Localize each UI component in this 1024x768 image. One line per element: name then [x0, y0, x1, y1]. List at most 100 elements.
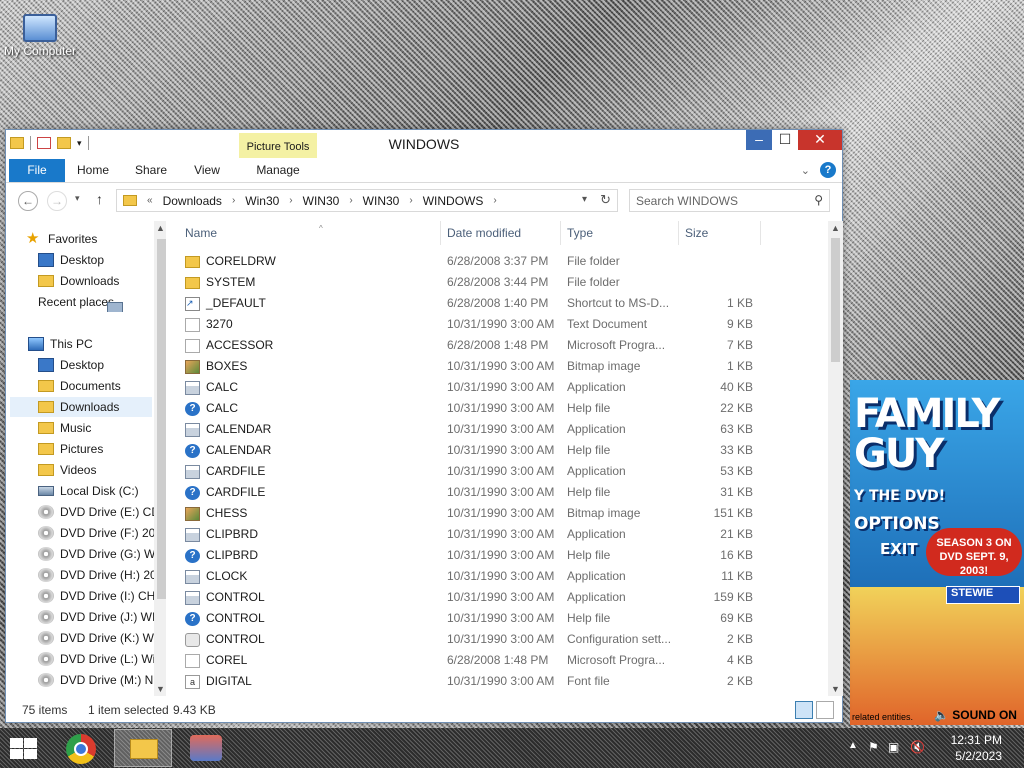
file-row[interactable]: BOXES 10/31/1990 3:00 AM Bitmap image 1 KB: [169, 356, 819, 377]
file-row[interactable]: CLIPBRD 10/31/1990 3:00 AM Application 21 K…: [169, 524, 819, 545]
close-button[interactable]: ✕: [798, 130, 842, 150]
clock[interactable]: 12:31 PM 5/2/2023: [951, 732, 1002, 764]
action-center-flag-icon[interactable]: ⚑: [868, 740, 882, 754]
expand-ribbon-chevron-icon[interactable]: ⌄: [801, 164, 810, 177]
nav-pc-desktop[interactable]: Desktop: [38, 355, 166, 375]
taskbar-chrome-button[interactable]: [52, 729, 110, 767]
nav-pc-documents[interactable]: Documents: [38, 376, 166, 396]
column-header-size[interactable]: Size: [679, 221, 761, 245]
nav-dvd-g[interactable]: DVD Drive (G:) W: [38, 544, 166, 564]
file-row[interactable]: CARDFILE 10/31/1990 3:00 AM Application 53 …: [169, 461, 819, 482]
scroll-down-arrow-icon[interactable]: ▼: [156, 684, 165, 694]
file-row[interactable]: ACCESSOR 6/28/2008 1:48 PM Microsoft Progr…: [169, 335, 819, 356]
column-header-date[interactable]: Date modified: [441, 221, 561, 245]
maximize-button[interactable]: ☐: [772, 130, 798, 150]
file-row[interactable]: CORELDRW 6/28/2008 3:37 PM File folder: [169, 251, 819, 272]
recent-locations-dropdown[interactable]: ▾: [75, 193, 80, 204]
column-header-type[interactable]: Type: [561, 221, 679, 245]
nav-dvd-m[interactable]: DVD Drive (M:) N: [38, 670, 166, 690]
file-type-cell: Application: [567, 380, 626, 394]
file-name: SYSTEM: [206, 275, 256, 289]
back-button[interactable]: ←: [18, 191, 38, 211]
file-row[interactable]: ? CALENDAR 10/31/1990 3:00 AM Help file 33 K…: [169, 440, 819, 461]
file-row[interactable]: ? CLIPBRD 10/31/1990 3:00 AM Help file 16 KB: [169, 545, 819, 566]
file-list-scrollbar[interactable]: ▲ ▼: [828, 221, 843, 696]
help-icon[interactable]: ?: [820, 162, 836, 178]
nav-dvd-l[interactable]: DVD Drive (L:) Wi: [38, 649, 166, 669]
file-row[interactable]: CONTROL 10/31/1990 3:00 AM Configuration s…: [169, 629, 819, 650]
scroll-up-arrow-icon[interactable]: ▲: [156, 223, 165, 233]
file-row[interactable]: CALENDAR 10/31/1990 3:00 AM Application 63 …: [169, 419, 819, 440]
tab-share[interactable]: Share: [126, 159, 176, 182]
file-row[interactable]: CLOCK 10/31/1990 3:00 AM Application 11 KB: [169, 566, 819, 587]
nav-dvd-e[interactable]: DVD Drive (E:) CD: [38, 502, 166, 522]
breadcrumb-win30[interactable]: Win30: [245, 194, 279, 208]
tab-manage[interactable]: Manage: [239, 159, 317, 182]
large-icons-view-button[interactable]: [816, 701, 834, 719]
file-row[interactable]: COREL 6/28/2008 1:48 PM Microsoft Progra..…: [169, 650, 819, 671]
search-input[interactable]: Search WINDOWS ⚲: [629, 189, 830, 212]
nav-fav-downloads[interactable]: Downloads: [38, 271, 166, 291]
scroll-down-arrow-icon[interactable]: ▼: [831, 684, 840, 694]
selection-count: 1 item selected: [88, 703, 169, 717]
nav-fav-recent[interactable]: Recent places: [38, 292, 166, 312]
start-button[interactable]: [8, 737, 38, 759]
poster-sound-toggle[interactable]: 🔈 SOUND ON: [934, 708, 1017, 722]
nav-dvd-h[interactable]: DVD Drive (H:) 20: [38, 565, 166, 585]
refresh-icon[interactable]: ↻: [600, 192, 611, 208]
documents-folder-icon: [38, 380, 54, 392]
file-row[interactable]: CALC 10/31/1990 3:00 AM Application 40 KB: [169, 377, 819, 398]
file-row[interactable]: CONTROL 10/31/1990 3:00 AM Application 159 …: [169, 587, 819, 608]
address-bar[interactable]: « Downloads › Win30 › WIN30 › WIN30 › WI…: [116, 189, 618, 212]
nav-pc-videos[interactable]: Videos: [38, 460, 166, 480]
poster-exit[interactable]: EXIT: [880, 540, 918, 558]
forward-button[interactable]: →: [47, 191, 67, 211]
poster-options[interactable]: OPTIONS: [854, 514, 940, 534]
nav-dvd-i[interactable]: DVD Drive (I:) CH: [38, 586, 166, 606]
file-row[interactable]: ↗ _DEFAULT 6/28/2008 1:40 PM Shortcut to MS…: [169, 293, 819, 314]
breadcrumb-win30-2[interactable]: WIN30: [303, 194, 340, 208]
nav-local-disk-c[interactable]: Local Disk (C:): [38, 481, 166, 501]
file-row[interactable]: a DIGITAL 10/31/1990 3:00 AM Font file 2 KB: [169, 671, 819, 692]
file-size-cell: 4 KB: [726, 653, 753, 667]
my-computer-desktop-icon[interactable]: My Computer: [0, 8, 80, 58]
file-date-cell: 6/28/2008 1:48 PM: [447, 338, 549, 352]
nav-dvd-j[interactable]: DVD Drive (J:) WI: [38, 607, 166, 627]
nav-fav-desktop[interactable]: Desktop: [38, 250, 166, 270]
details-view-button[interactable]: [795, 701, 813, 719]
poster-menu-stewie[interactable]: STEWIE: [946, 586, 1020, 604]
nav-pc-music[interactable]: Music: [38, 418, 166, 438]
breadcrumb-downloads[interactable]: Downloads: [163, 194, 222, 208]
up-button[interactable]: ↑: [96, 191, 103, 207]
nav-favorites[interactable]: ★ Favorites: [26, 229, 166, 249]
file-row[interactable]: ? CALC 10/31/1990 3:00 AM Help file 22 KB: [169, 398, 819, 419]
tab-home[interactable]: Home: [68, 159, 118, 182]
title-bar[interactable]: ▾ Picture Tools WINDOWS – ☐ ✕: [6, 130, 842, 158]
show-hidden-icons-icon[interactable]: ▲: [848, 740, 858, 751]
file-list-scrollbar-thumb[interactable]: [831, 238, 840, 362]
volume-muted-icon[interactable]: 🔇: [910, 740, 925, 754]
nav-this-pc[interactable]: This PC: [28, 334, 166, 354]
nav-pc-pictures[interactable]: Pictures: [38, 439, 166, 459]
nav-pc-downloads[interactable]: Downloads: [10, 397, 152, 417]
scroll-up-arrow-icon[interactable]: ▲: [831, 223, 840, 233]
nav-dvd-f[interactable]: DVD Drive (F:) 20: [38, 523, 166, 543]
file-row[interactable]: 3270 10/31/1990 3:00 AM Text Document 9 KB: [169, 314, 819, 335]
file-row[interactable]: ? CARDFILE 10/31/1990 3:00 AM Help file 31 K…: [169, 482, 819, 503]
network-icon[interactable]: ▣: [888, 740, 902, 754]
tab-view[interactable]: View: [182, 159, 232, 182]
tab-file[interactable]: File: [9, 159, 65, 182]
breadcrumb-win30-3[interactable]: WIN30: [363, 194, 400, 208]
file-row[interactable]: ? CONTROL 10/31/1990 3:00 AM Help file 69 KB: [169, 608, 819, 629]
minimize-button[interactable]: –: [746, 130, 772, 150]
taskbar-app-button[interactable]: [176, 729, 234, 767]
nav-dvd-k[interactable]: DVD Drive (K:) W: [38, 628, 166, 648]
nav-scrollbar-thumb[interactable]: [157, 239, 166, 599]
breadcrumb-windows[interactable]: WINDOWS: [423, 194, 484, 208]
nav-scrollbar[interactable]: ▲ ▼: [154, 221, 166, 696]
taskbar-explorer-button[interactable]: [114, 729, 172, 767]
file-row[interactable]: SYSTEM 6/28/2008 3:44 PM File folder: [169, 272, 819, 293]
file-row[interactable]: CHESS 10/31/1990 3:00 AM Bitmap image 151 K…: [169, 503, 819, 524]
address-history-dropdown[interactable]: ▾: [582, 194, 587, 205]
column-header-name[interactable]: Name ^: [179, 221, 441, 245]
